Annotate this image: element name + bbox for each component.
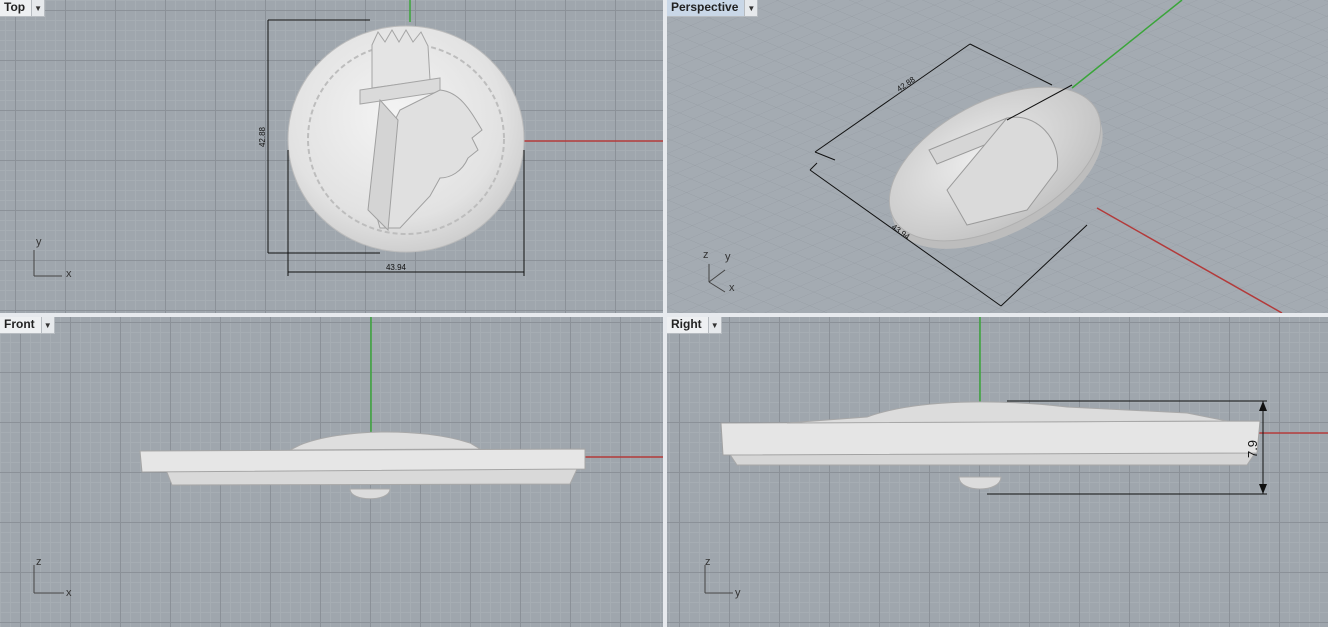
viewport-title: Top <box>4 0 26 14</box>
axis-label-vertical: z <box>705 556 711 568</box>
dimension-height-label: 7.9 <box>1245 440 1260 458</box>
viewport-title: Perspective <box>671 0 739 14</box>
front-scene: z x <box>33 317 663 599</box>
viewport-front[interactable]: Front ▼ z x <box>0 317 663 627</box>
chevron-down-icon[interactable]: ▼ <box>744 0 758 16</box>
axis-label-horizontal: y <box>735 587 741 599</box>
chevron-down-icon[interactable]: ▼ <box>707 317 721 333</box>
viewport-tab-top[interactable]: Top ▼ <box>0 0 46 17</box>
viewport-perspective[interactable]: Perspective ▼ 42.88 43.94 z y x <box>667 0 1328 313</box>
chevron-down-icon[interactable]: ▼ <box>40 317 54 333</box>
top-scene: 43.94 42.88 y x <box>33 0 663 280</box>
dimension-width-label: 43.94 <box>386 263 407 272</box>
viewport-tab-front[interactable]: Front ▼ <box>0 317 55 334</box>
coin-pin <box>349 488 391 500</box>
coin-model <box>720 420 1261 456</box>
dimension-height-label: 42.88 <box>258 126 267 147</box>
coin-model <box>139 448 586 473</box>
viewport-right[interactable]: Right ▼ 7.9 z y <box>667 317 1328 627</box>
axis-label-x: x <box>729 282 735 294</box>
chevron-down-icon[interactable]: ▼ <box>31 0 45 16</box>
axis-label-z: z <box>703 249 709 261</box>
viewport-tab-perspective[interactable]: Perspective ▼ <box>667 0 759 17</box>
axis-label-y: y <box>725 251 731 263</box>
axis-label-horizontal: x <box>66 268 72 280</box>
axis-label-vertical: z <box>36 556 42 568</box>
viewport-tab-right[interactable]: Right ▼ <box>667 317 722 334</box>
viewport-top[interactable]: Top ▼ 43.94 42.88 y x <box>0 0 663 313</box>
perspective-scene: 42.88 43.94 z y x <box>667 0 1328 313</box>
axis-label-vertical: y <box>36 236 42 248</box>
viewport-title: Front <box>4 317 35 331</box>
viewport-title: Right <box>671 317 702 331</box>
axis-label-horizontal: x <box>66 587 72 599</box>
coin-pin <box>958 476 1002 490</box>
right-scene: 7.9 z y <box>704 317 1328 599</box>
crown-shape <box>371 29 431 89</box>
